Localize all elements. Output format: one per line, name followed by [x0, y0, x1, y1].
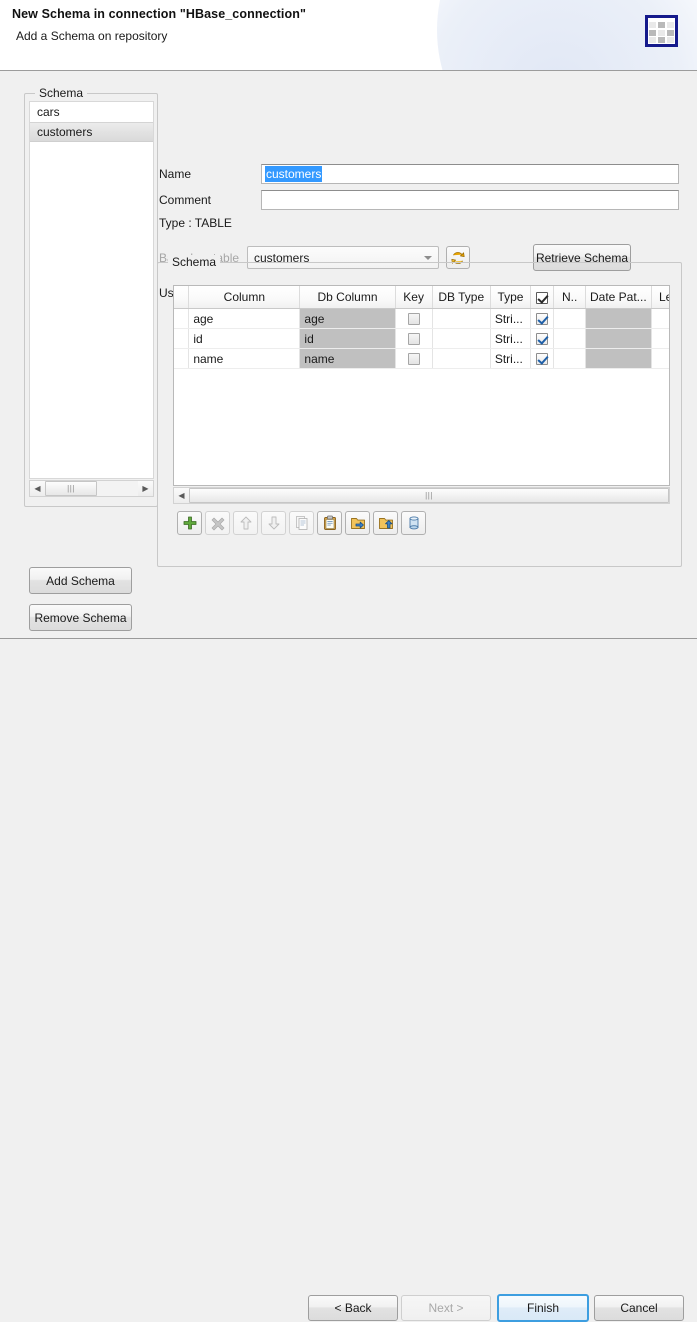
column-header-key[interactable]: Key — [395, 286, 432, 309]
scroll-thumb[interactable]: ||| — [189, 488, 669, 503]
select-all-checkbox[interactable] — [536, 292, 548, 304]
row-header-cell — [174, 349, 189, 369]
cell-type[interactable]: Stri... — [490, 329, 530, 349]
nullable-checkbox[interactable] — [536, 313, 548, 325]
cell-nullable[interactable] — [531, 349, 554, 369]
cell-key[interactable] — [395, 349, 432, 369]
key-checkbox[interactable] — [408, 313, 420, 325]
name-input[interactable]: customers — [261, 164, 679, 184]
cell-db-type[interactable] — [432, 329, 490, 349]
column-header-type[interactable]: Type — [490, 286, 530, 309]
scroll-track[interactable]: ||| — [45, 481, 138, 496]
name-label: Name — [159, 167, 191, 181]
page-title: New Schema in connection "HBase_connecti… — [12, 7, 306, 21]
reset-db-button[interactable] — [401, 511, 426, 535]
comment-input[interactable] — [261, 190, 679, 210]
cell-db-column[interactable]: id — [300, 329, 395, 349]
schema-list-hscrollbar[interactable]: ◀ ||| ▶ — [29, 480, 154, 497]
column-header-nullable[interactable]: N.. — [554, 286, 586, 309]
list-item[interactable]: customers — [30, 122, 153, 142]
schema-list-group-label: Schema — [35, 86, 87, 100]
page-subtitle: Add a Schema on repository — [16, 29, 167, 43]
table-row[interactable]: namename Stri... — [174, 349, 670, 369]
row-header-cell — [174, 309, 189, 329]
chevron-down-icon[interactable] — [418, 256, 438, 260]
nullable-checkbox[interactable] — [536, 353, 548, 365]
add-schema-button[interactable]: Add Schema — [29, 567, 132, 594]
column-header-db-column[interactable]: Db Column — [300, 286, 395, 309]
cell-key[interactable] — [395, 329, 432, 349]
schema-table: Column Db Column Key DB Type Type N.. Da… — [174, 286, 670, 369]
row-header-cell — [174, 329, 189, 349]
key-checkbox[interactable] — [408, 353, 420, 365]
column-header-date-pattern[interactable]: Date Pat... — [586, 286, 652, 309]
cell-column[interactable]: age — [189, 309, 300, 329]
schema-list-group: Schema cars customers ◀ ||| ▶ — [24, 93, 158, 507]
add-row-button[interactable] — [177, 511, 202, 535]
comment-label: Comment — [159, 193, 211, 207]
cell-type[interactable]: Stri... — [490, 349, 530, 369]
paste-button[interactable] — [317, 511, 342, 535]
cell-date-pattern[interactable] — [586, 309, 652, 329]
finish-button[interactable]: Finish — [497, 1294, 589, 1322]
next-button: Next > — [401, 1295, 491, 1321]
cell-db-type[interactable] — [432, 349, 490, 369]
schema-table-group: Schema Column Db Column Key DB Type Type — [157, 262, 682, 567]
remove-schema-button[interactable]: Remove Schema — [29, 604, 132, 631]
wizard-body: Schema cars customers ◀ ||| ▶ Add Schema… — [0, 71, 697, 638]
delete-row-button[interactable] — [205, 511, 230, 535]
export-schema-button[interactable] — [373, 511, 398, 535]
scroll-track[interactable]: ||| — [189, 488, 669, 503]
move-up-button[interactable] — [233, 511, 258, 535]
cell-db-column[interactable]: name — [300, 349, 395, 369]
schema-list[interactable]: cars customers — [29, 101, 154, 479]
copy-button[interactable] — [289, 511, 314, 535]
cell-column[interactable]: id — [189, 329, 300, 349]
table-header-row: Column Db Column Key DB Type Type N.. Da… — [174, 286, 670, 309]
list-item[interactable]: cars — [30, 102, 153, 122]
cell-nullable[interactable] — [531, 309, 554, 329]
import-schema-button[interactable] — [345, 511, 370, 535]
cell-date-pattern[interactable] — [586, 349, 652, 369]
scroll-left-icon[interactable]: ◀ — [30, 481, 45, 496]
schema-table-group-label: Schema — [168, 255, 220, 269]
column-header-column[interactable]: Column — [189, 286, 300, 309]
schema-table-hscrollbar[interactable]: ◀ ||| — [173, 487, 670, 504]
cell-nullable[interactable] — [531, 329, 554, 349]
key-checkbox[interactable] — [408, 333, 420, 345]
move-down-button[interactable] — [261, 511, 286, 535]
column-header-length[interactable]: Len.. — [651, 286, 670, 309]
type-label: Type : TABLE — [159, 216, 232, 230]
cell-column[interactable]: name — [189, 349, 300, 369]
schema-table-wrapper[interactable]: Column Db Column Key DB Type Type N.. Da… — [173, 285, 670, 486]
cell-length[interactable] — [651, 329, 670, 349]
column-header-db-type[interactable]: DB Type — [432, 286, 490, 309]
column-header-select-all[interactable] — [531, 286, 554, 309]
table-row[interactable]: ageage Stri... — [174, 309, 670, 329]
cell-type[interactable]: Stri... — [490, 309, 530, 329]
cancel-button[interactable]: Cancel — [594, 1295, 684, 1321]
cell-nullable-spacer — [554, 309, 586, 329]
nullable-checkbox[interactable] — [536, 333, 548, 345]
schema-table-toolbar — [177, 511, 426, 535]
wizard-header: New Schema in connection "HBase_connecti… — [0, 0, 697, 71]
cell-db-type[interactable] — [432, 309, 490, 329]
cell-length[interactable] — [651, 309, 670, 329]
row-header-corner — [174, 286, 189, 309]
cell-key[interactable] — [395, 309, 432, 329]
wizard-footer: < Back Next > Finish Cancel — [0, 639, 697, 692]
table-grid-icon — [645, 15, 678, 47]
cell-date-pattern[interactable] — [586, 329, 652, 349]
scroll-right-icon[interactable]: ▶ — [138, 481, 153, 496]
cell-nullable-spacer — [554, 349, 586, 369]
table-row[interactable]: idid Stri... — [174, 329, 670, 349]
cell-length[interactable] — [651, 349, 670, 369]
scroll-left-icon[interactable]: ◀ — [174, 488, 189, 503]
cell-nullable-spacer — [554, 329, 586, 349]
name-input-value: customers — [265, 166, 322, 182]
back-button[interactable]: < Back — [308, 1295, 398, 1321]
cell-db-column[interactable]: age — [300, 309, 395, 329]
scroll-thumb[interactable]: ||| — [45, 481, 97, 496]
